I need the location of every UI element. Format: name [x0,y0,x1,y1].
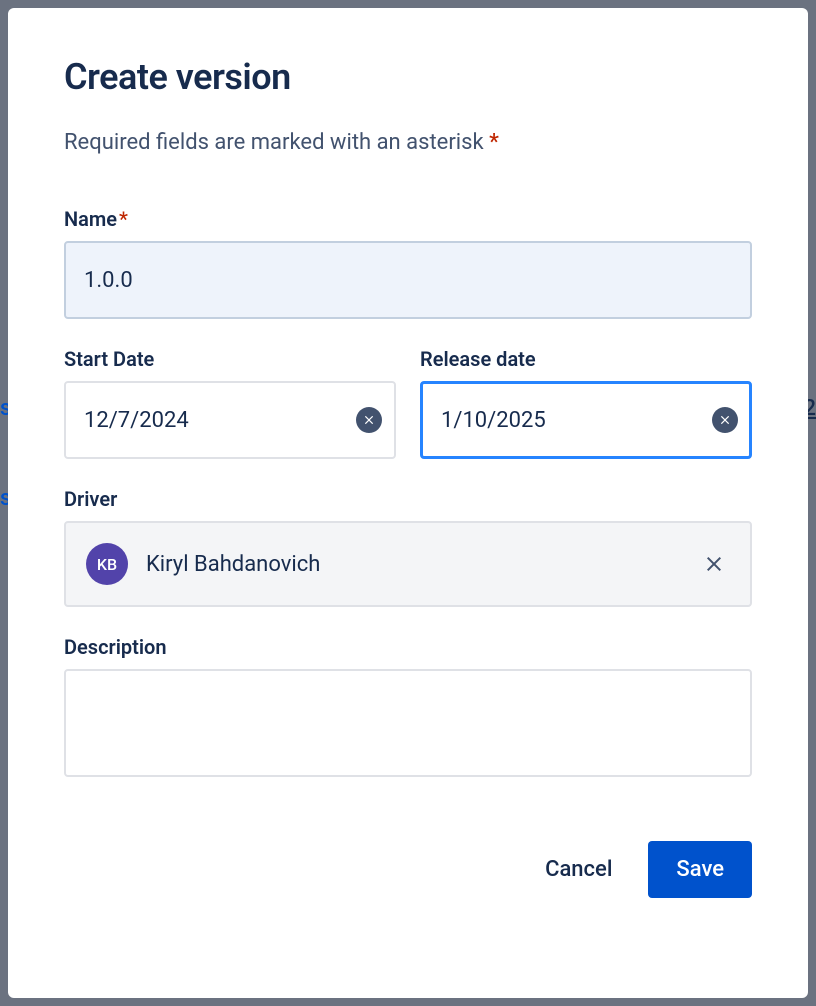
driver-label: Driver [64,487,752,511]
close-icon [702,552,726,576]
cancel-button[interactable]: Cancel [537,841,620,898]
release-date-wrap [420,381,752,459]
driver-name: Kiryl Bahdanovich [146,552,680,577]
close-circle-icon [362,413,376,427]
start-date-label: Start Date [64,347,396,371]
save-button[interactable]: Save [648,841,752,898]
date-row: Start Date Release date [64,347,752,459]
remove-driver-button[interactable] [698,548,730,580]
start-date-wrap [64,381,396,459]
start-date-input[interactable] [64,381,396,459]
driver-field-group: Driver KB Kiryl Bahdanovich [64,487,752,607]
asterisk-icon: * [489,130,499,155]
modal-footer: Cancel Save [64,841,752,898]
description-input[interactable] [64,669,752,777]
asterisk-icon: * [119,207,128,231]
name-label-text: Name [64,207,117,231]
description-label: Description [64,635,752,659]
create-version-modal: Create version Required fields are marke… [8,8,808,998]
description-field-group: Description [64,635,752,781]
required-note-text: Required fields are marked with an aster… [64,130,484,155]
driver-select[interactable]: KB Kiryl Bahdanovich [64,521,752,607]
clear-release-date-button[interactable] [712,407,738,433]
name-input[interactable] [64,241,752,319]
required-fields-note: Required fields are marked with an aster… [64,130,752,155]
start-date-field-group: Start Date [64,347,396,459]
avatar: KB [86,543,128,585]
name-field-group: Name* [64,207,752,319]
release-date-label: Release date [420,347,752,371]
close-circle-icon [718,413,732,427]
name-label: Name* [64,207,752,231]
release-date-field-group: Release date [420,347,752,459]
clear-start-date-button[interactable] [356,407,382,433]
modal-title: Create version [64,56,752,98]
release-date-input[interactable] [420,381,752,459]
